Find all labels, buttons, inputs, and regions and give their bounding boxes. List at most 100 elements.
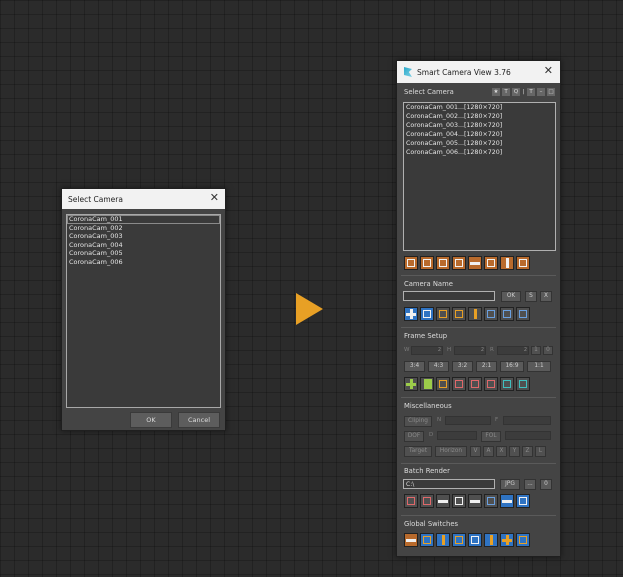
dialog-camera-list[interactable]: CoronaCam_001 CoronaCam_002 CoronaCam_00… xyxy=(66,214,221,408)
name-tool-icon[interactable] xyxy=(452,307,466,321)
list-item[interactable]: CoronaCam_004...[1280×720] xyxy=(404,130,555,139)
list-item[interactable]: CoronaCam_003 xyxy=(67,232,220,241)
name-tool-icon[interactable] xyxy=(420,307,434,321)
camera-name-ok-button[interactable]: OK xyxy=(501,291,521,302)
target-button[interactable]: Target xyxy=(404,446,432,457)
batch-count-button[interactable]: 0 xyxy=(540,479,552,490)
ratio-16-9-button[interactable]: 16:9 xyxy=(500,361,524,372)
axis-l-button[interactable]: L xyxy=(535,446,546,457)
batch-browse-button[interactable]: ... xyxy=(524,479,536,490)
batch-path-input[interactable]: C:\ xyxy=(403,479,495,489)
camera-tool-icon[interactable] xyxy=(404,256,418,270)
height-spinner[interactable]: 2 xyxy=(454,346,486,355)
batch-format-button[interactable]: JPG xyxy=(500,479,520,490)
list-item[interactable]: CoronaCam_001...[1280×720] xyxy=(404,103,555,112)
fol-button[interactable]: FOL xyxy=(481,431,501,442)
list-item[interactable]: CoronaCam_001 xyxy=(67,215,220,224)
frame-tool-icon[interactable] xyxy=(500,377,514,391)
axis-z-button[interactable]: Z xyxy=(522,446,533,457)
name-tool-icon[interactable] xyxy=(468,307,482,321)
camera-tool-icon[interactable] xyxy=(484,256,498,270)
cancel-button[interactable]: Cancel xyxy=(178,412,220,428)
camera-tool-icon[interactable] xyxy=(436,256,450,270)
ratio-0-button[interactable]: 0 xyxy=(543,346,553,355)
ok-button[interactable]: OK xyxy=(130,412,172,428)
axis-x-button[interactable]: X xyxy=(496,446,507,457)
list-item[interactable]: CoronaCam_003...[1280×720] xyxy=(404,121,555,130)
batch-tool-icon[interactable] xyxy=(484,494,498,508)
axis-v-button[interactable]: V xyxy=(470,446,481,457)
ratio-spinner[interactable]: 2 xyxy=(497,346,529,355)
list-item[interactable]: CoronaCam_005...[1280×720] xyxy=(404,139,555,148)
header-t-button[interactable]: T xyxy=(502,88,510,96)
dof-distance-spinner[interactable] xyxy=(437,431,477,440)
frame-tool-icon[interactable] xyxy=(468,377,482,391)
name-tool-icon[interactable] xyxy=(500,307,514,321)
name-tool-icon[interactable] xyxy=(404,307,418,321)
global-switch-icon[interactable] xyxy=(468,533,482,547)
list-item[interactable]: CoronaCam_006 xyxy=(67,258,220,267)
ratio-1-button[interactable]: 1 xyxy=(531,346,541,355)
dof-button[interactable]: DOF xyxy=(404,431,424,442)
camera-tool-icon[interactable] xyxy=(468,256,482,270)
list-item[interactable]: CoronaCam_002...[1280×720] xyxy=(404,112,555,121)
frame-tool-icon[interactable] xyxy=(436,377,450,391)
camera-name-s-button[interactable]: S xyxy=(525,291,537,302)
frame-tool-icon[interactable] xyxy=(516,377,530,391)
global-switch-icon[interactable] xyxy=(516,533,530,547)
near-clip-spinner[interactable] xyxy=(445,416,491,425)
global-switch-icon[interactable] xyxy=(404,533,418,547)
batch-tool-icon[interactable] xyxy=(468,494,482,508)
global-switch-icon[interactable] xyxy=(452,533,466,547)
ratio-2-1-button[interactable]: 2:1 xyxy=(476,361,497,372)
panel-close-icon[interactable]: ✕ xyxy=(544,65,553,77)
axis-a-button[interactable]: A xyxy=(483,446,494,457)
global-switch-icon[interactable] xyxy=(436,533,450,547)
ratio-3-2-button[interactable]: 3:2 xyxy=(452,361,473,372)
dialog-close-icon[interactable]: ✕ xyxy=(210,192,219,204)
global-switch-icon[interactable] xyxy=(500,533,514,547)
far-clip-spinner[interactable] xyxy=(503,416,551,425)
name-tool-icon[interactable] xyxy=(516,307,530,321)
dialog-titlebar[interactable]: Select Camera ✕ xyxy=(62,189,225,209)
ratio-4-3-button[interactable]: 4:3 xyxy=(428,361,449,372)
minimize-icon[interactable]: – xyxy=(537,88,545,96)
list-item[interactable]: CoronaCam_005 xyxy=(67,249,220,258)
ratio-1-1-button[interactable]: 1:1 xyxy=(527,361,551,372)
list-item[interactable]: CoronaCam_002 xyxy=(67,224,220,233)
fol-spinner[interactable] xyxy=(505,431,551,440)
width-spinner[interactable]: 2 xyxy=(411,346,443,355)
pin-icon[interactable]: ★ xyxy=(492,88,500,96)
batch-tool-icon[interactable] xyxy=(500,494,514,508)
horizon-button[interactable]: Horizon xyxy=(435,446,467,457)
name-tool-icon[interactable] xyxy=(436,307,450,321)
axis-y-button[interactable]: Y xyxy=(509,446,520,457)
clipping-button[interactable]: Cliping xyxy=(404,416,432,427)
header-q-button[interactable]: Q xyxy=(512,88,520,96)
panel-titlebar[interactable]: Smart Camera View 3.76 ✕ xyxy=(397,61,560,83)
camera-list[interactable]: CoronaCam_001...[1280×720] CoronaCam_002… xyxy=(403,102,556,251)
camera-name-input[interactable] xyxy=(403,291,495,301)
global-switch-icon[interactable] xyxy=(420,533,434,547)
camera-tool-icon[interactable] xyxy=(516,256,530,270)
frame-tool-icon[interactable] xyxy=(404,377,418,391)
list-item[interactable]: CoronaCam_006...[1280×720] xyxy=(404,148,555,157)
maximize-icon[interactable]: □ xyxy=(547,88,555,96)
batch-tool-icon[interactable] xyxy=(404,494,418,508)
ratio-3-4-button[interactable]: 3:4 xyxy=(404,361,425,372)
batch-tool-icon[interactable] xyxy=(516,494,530,508)
header-t2-button[interactable]: T xyxy=(527,88,535,96)
camera-tool-icon[interactable] xyxy=(452,256,466,270)
camera-name-x-button[interactable]: X xyxy=(540,291,552,302)
name-tool-icon[interactable] xyxy=(484,307,498,321)
camera-tool-icon[interactable] xyxy=(420,256,434,270)
list-item[interactable]: CoronaCam_004 xyxy=(67,241,220,250)
frame-tool-icon[interactable] xyxy=(420,377,434,391)
frame-tool-icon[interactable] xyxy=(452,377,466,391)
batch-tool-icon[interactable] xyxy=(452,494,466,508)
batch-tool-icon[interactable] xyxy=(420,494,434,508)
camera-tool-icon[interactable] xyxy=(500,256,514,270)
batch-tool-icon[interactable] xyxy=(436,494,450,508)
global-switch-icon[interactable] xyxy=(484,533,498,547)
frame-tool-icon[interactable] xyxy=(484,377,498,391)
